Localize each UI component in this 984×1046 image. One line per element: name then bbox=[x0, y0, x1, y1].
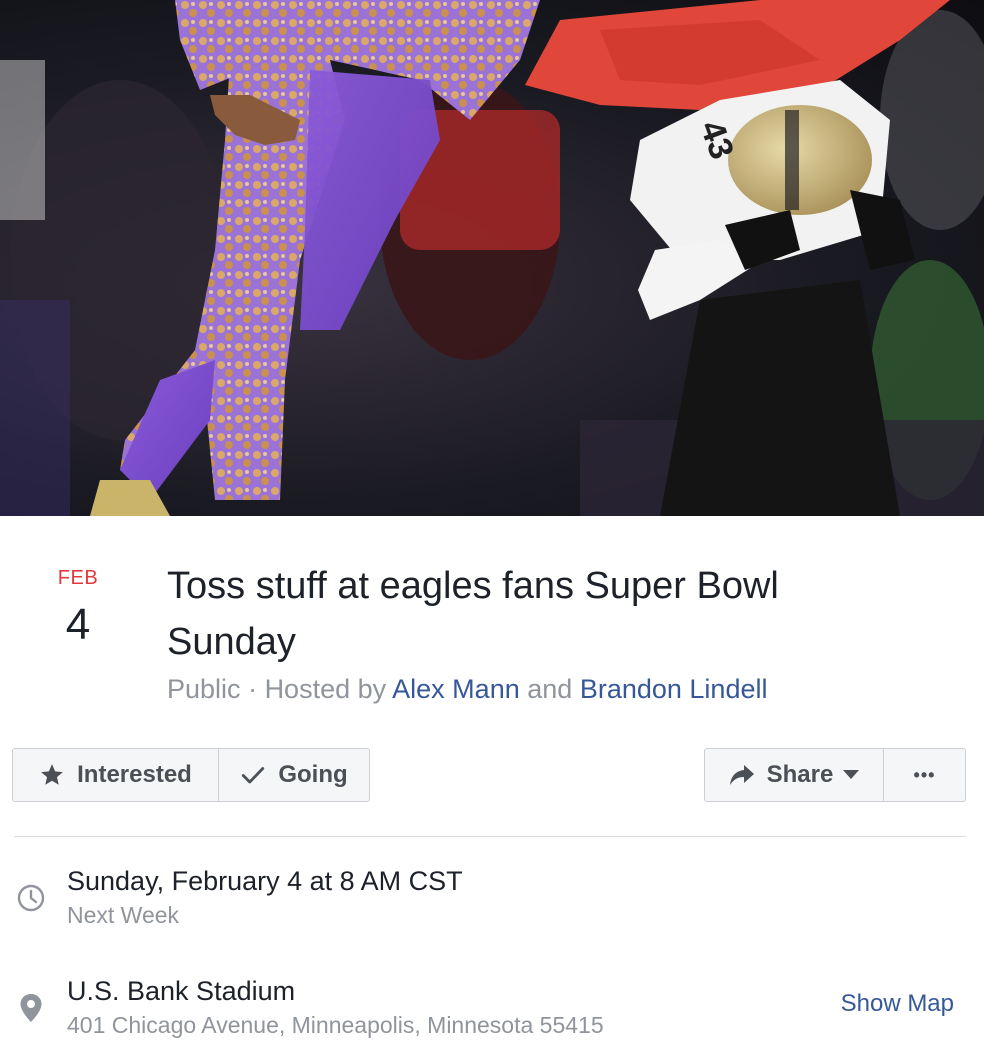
going-button[interactable]: Going bbox=[218, 749, 369, 801]
event-date-day: 4 bbox=[65, 600, 91, 649]
event-venue[interactable]: U.S. Bank Stadium bbox=[67, 976, 295, 1007]
event-date-month: FEB bbox=[57, 567, 99, 589]
host-link-brandon-lindell[interactable]: Brandon Lindell bbox=[580, 674, 768, 704]
event-relative-time: Next Week bbox=[67, 902, 180, 928]
interested-label: Interested bbox=[77, 761, 192, 788]
show-map-link[interactable]: Show Map bbox=[841, 990, 954, 1018]
rsvp-button-group: Interested Going bbox=[12, 748, 370, 802]
event-meta: Public · Hosted by Alex Mann and Brandon… bbox=[167, 674, 767, 705]
check-icon bbox=[240, 762, 266, 788]
event-title: Toss stuff at eagles fans Super Bowl Sun… bbox=[167, 565, 779, 663]
share-arrow-icon bbox=[729, 763, 755, 787]
share-button-group: Share ••• bbox=[704, 748, 966, 802]
host-link-alex-mann[interactable]: Alex Mann bbox=[392, 674, 520, 704]
hosts-and-label: and bbox=[527, 674, 573, 704]
event-datetime: Sunday, February 4 at 8 AM CST bbox=[67, 866, 463, 896]
share-button[interactable]: Share bbox=[705, 749, 883, 801]
clock-icon bbox=[16, 883, 46, 918]
cover-photo-art: 43 bbox=[0, 0, 984, 516]
more-options-button[interactable]: ••• bbox=[883, 749, 965, 801]
hosted-by-label: Hosted by bbox=[264, 674, 387, 704]
meta-separator: · bbox=[248, 674, 265, 704]
star-icon bbox=[39, 762, 65, 788]
caret-down-icon bbox=[843, 770, 860, 780]
cover-photo: 43 bbox=[0, 0, 984, 516]
map-pin-icon bbox=[19, 993, 43, 1028]
event-privacy: Public bbox=[167, 674, 241, 704]
event-address: 401 Chicago Avenue, Minneapolis, Minneso… bbox=[67, 1012, 604, 1038]
share-label: Share bbox=[766, 761, 834, 788]
going-label: Going bbox=[278, 761, 348, 788]
divider bbox=[14, 836, 966, 837]
interested-button[interactable]: Interested bbox=[13, 749, 218, 801]
